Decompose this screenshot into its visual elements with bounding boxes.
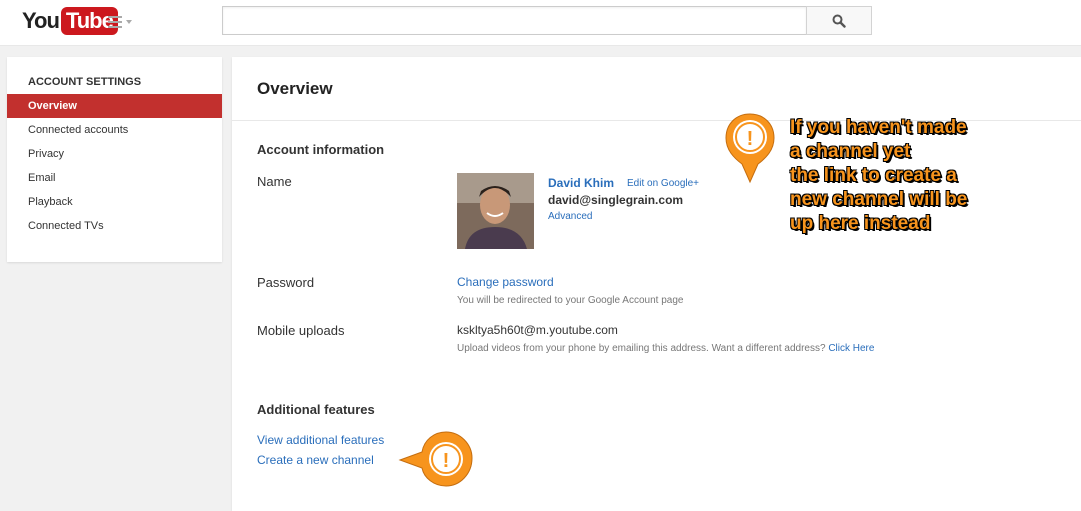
name-label: Name <box>257 174 292 189</box>
page-title: Overview <box>257 79 333 98</box>
callout-line: up here instead <box>790 213 931 234</box>
masthead: You Tube <box>0 0 1081 46</box>
additional-features-heading: Additional features <box>257 402 375 417</box>
callout-line: a channel yet <box>790 141 911 162</box>
user-name-link[interactable]: David Khim <box>548 176 614 190</box>
mobile-uploads-label: Mobile uploads <box>257 323 345 338</box>
guide-menu-button[interactable] <box>108 15 136 29</box>
create-new-channel-link[interactable]: Create a new channel <box>257 453 374 467</box>
alert-pointer-icon: ! <box>398 431 473 487</box>
account-settings-sidebar: ACCOUNT SETTINGS Overview Connected acco… <box>7 57 222 262</box>
search-button[interactable] <box>806 6 872 35</box>
chevron-down-icon <box>126 20 132 24</box>
avatar[interactable] <box>457 173 534 249</box>
callout-line: new channel will be <box>790 189 968 210</box>
sidebar-item-overview[interactable]: Overview <box>7 94 222 118</box>
logo-you-text: You <box>22 8 60 33</box>
user-email: david@singlegrain.com <box>548 193 684 207</box>
callout-line: the link to create a <box>790 165 957 186</box>
search-input[interactable] <box>222 6 807 35</box>
view-additional-features-link[interactable]: View additional features <box>257 433 384 447</box>
callout-line: If you haven't made <box>790 117 967 138</box>
sidebar-title: ACCOUNT SETTINGS <box>28 76 142 88</box>
mobile-upload-address: kskltya5h60t@m.youtube.com <box>457 323 618 337</box>
sidebar-item-connected-accounts[interactable]: Connected accounts <box>7 118 222 142</box>
youtube-logo[interactable]: You Tube <box>22 7 118 35</box>
alert-marker-icon: ! <box>725 113 775 184</box>
mobile-hint-text: Upload videos from your phone by emailin… <box>457 343 826 354</box>
edit-on-google-plus-link[interactable]: Edit on Google+ <box>627 178 699 189</box>
search-icon <box>832 14 846 28</box>
password-label: Password <box>257 275 315 290</box>
sidebar-item-privacy[interactable]: Privacy <box>7 142 222 166</box>
sidebar-item-email[interactable]: Email <box>7 166 222 190</box>
sidebar-item-connected-tvs[interactable]: Connected TVs <box>7 214 222 238</box>
account-information-heading: Account information <box>257 142 385 157</box>
alert-pointer-symbol: ! <box>443 450 450 472</box>
annotation-callout-text: If you haven't made a channel yet the li… <box>790 116 1040 236</box>
change-password-link[interactable]: Change password <box>457 275 554 289</box>
click-here-link[interactable]: Click Here <box>828 343 874 354</box>
advanced-link[interactable]: Advanced <box>548 211 592 222</box>
password-hint: You will be redirected to your Google Ac… <box>457 295 684 306</box>
alert-marker-symbol: ! <box>747 128 754 150</box>
sidebar-item-playback[interactable]: Playback <box>7 190 222 214</box>
mobile-hint: Upload videos from your phone by emailin… <box>457 343 874 354</box>
